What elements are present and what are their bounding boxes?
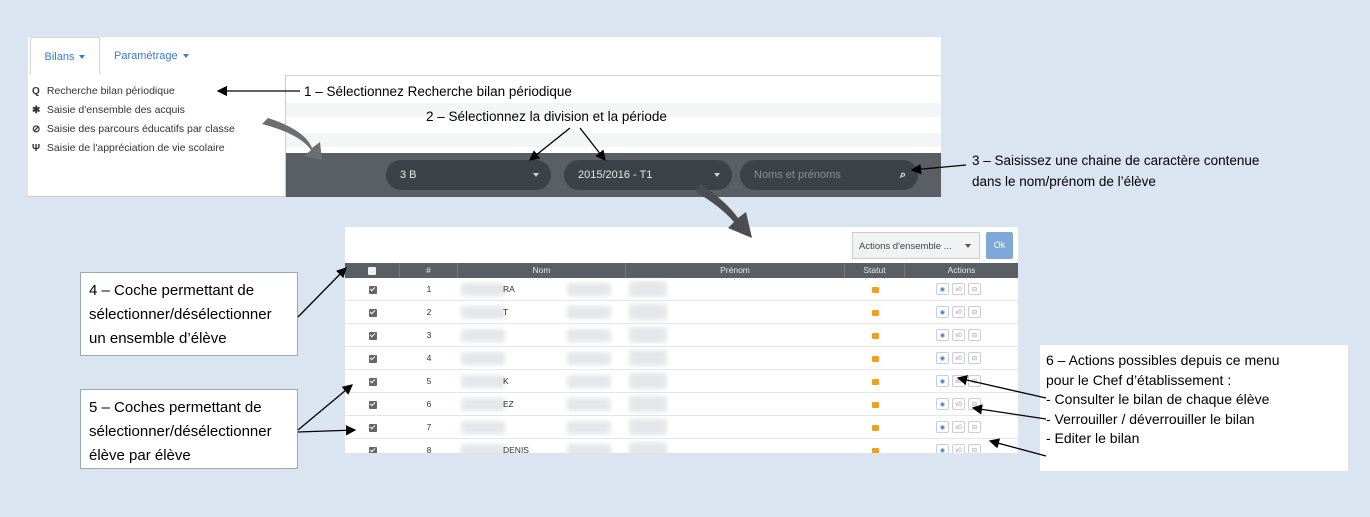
curved-arrow-filter-to-table — [696, 184, 752, 238]
arrow-5b — [297, 425, 357, 436]
arrow-2a — [528, 127, 571, 161]
arrow-3 — [910, 163, 967, 175]
arrow-6a — [956, 374, 1047, 399]
arrow-5a — [297, 384, 353, 431]
curved-arrow-menu-to-filter — [262, 118, 322, 160]
arrow-2b — [579, 127, 606, 162]
arrow-6b — [971, 404, 1047, 420]
arrow-4 — [297, 267, 347, 318]
arrow-6c — [988, 438, 1047, 457]
annotation-arrows — [216, 85, 1047, 457]
